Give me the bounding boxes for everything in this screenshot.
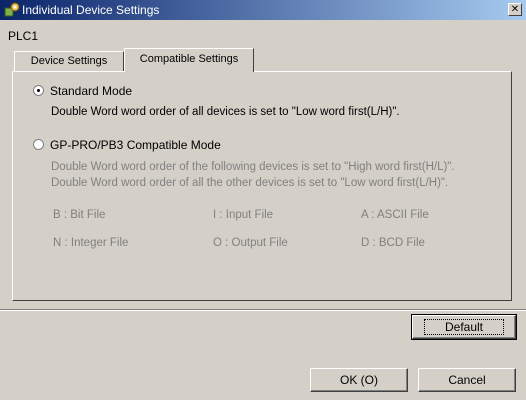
device-input-file: I : Input File: [213, 209, 274, 221]
tab-device-settings[interactable]: Device Settings: [14, 51, 124, 71]
standard-mode-description: Double Word word order of all devices is…: [51, 106, 400, 118]
compatible-mode-label: GP-PRO/PB3 Compatible Mode: [50, 138, 221, 152]
device-settings-icon: [4, 2, 20, 17]
window-title: Individual Device Settings: [22, 3, 160, 17]
ok-button[interactable]: OK (O): [310, 368, 408, 392]
compatible-mode-description-1: Double Word word order of the following …: [51, 161, 455, 173]
device-name-label: PLC1: [8, 29, 39, 43]
default-button-label: Default: [423, 319, 505, 335]
compatible-mode-description-2: Double Word word order of all the other …: [51, 177, 449, 189]
radio-checked-icon[interactable]: [33, 85, 44, 96]
title-bar[interactable]: Individual Device Settings ✕: [0, 0, 526, 20]
device-integer-file: N : Integer File: [53, 237, 129, 249]
compatible-settings-panel: Standard Mode Double Word word order of …: [12, 71, 512, 301]
standard-mode-label: Standard Mode: [50, 84, 133, 98]
close-icon: ✕: [510, 4, 520, 15]
dialog-window: Individual Device Settings ✕ PLC1 Device…: [0, 0, 526, 400]
cancel-button[interactable]: Cancel: [418, 368, 516, 392]
close-button[interactable]: ✕: [508, 3, 522, 16]
device-bit-file: B : Bit File: [53, 209, 106, 221]
standard-mode-radio[interactable]: Standard Mode: [33, 84, 132, 98]
default-button[interactable]: Default: [411, 314, 517, 340]
radio-unchecked-icon[interactable]: [33, 139, 44, 150]
device-ascii-file: A : ASCII File: [361, 209, 429, 221]
tab-compatible-settings[interactable]: Compatible Settings: [124, 48, 254, 72]
separator: [0, 309, 526, 311]
compatible-mode-radio[interactable]: GP-PRO/PB3 Compatible Mode: [33, 138, 221, 152]
device-output-file: O : Output File: [213, 237, 288, 249]
device-bcd-file: D : BCD File: [361, 237, 425, 249]
